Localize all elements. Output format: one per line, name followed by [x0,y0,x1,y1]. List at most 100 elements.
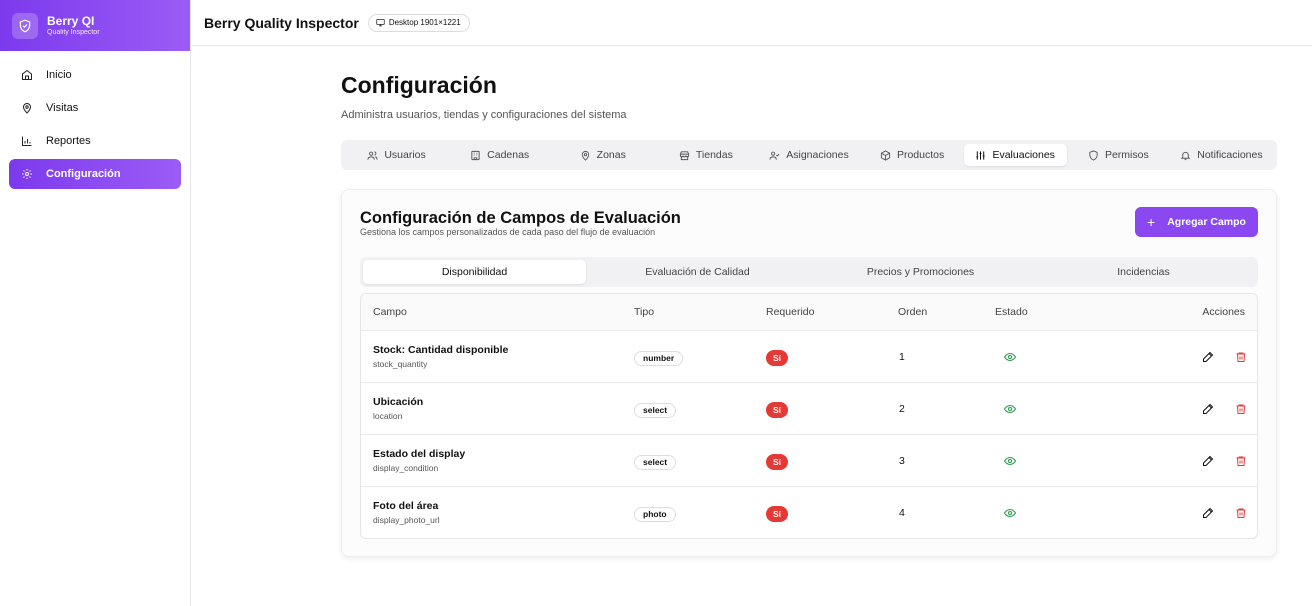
sidebar: Berry QI Quality Inspector Inicio Visita… [0,0,191,606]
required-badge: Sí [766,453,789,470]
column-header-requerido: Requerido [766,306,815,318]
required-badge: Sí [766,401,789,418]
tab-label: Notificaciones [1197,149,1263,161]
users-icon [367,150,378,161]
sidebar-item-label: Inicio [46,69,72,81]
table-header: Campo Tipo Requerido Orden Estado Accion… [361,294,1257,330]
evaluation-fields-card: Configuración de Campos de Evaluación Ge… [341,189,1277,557]
column-header-estado: Estado [995,306,1028,318]
main-content: Configuración Administra usuarios, tiend… [341,46,1277,557]
table-row: Foto del área display_photo_url photo Sí… [361,486,1257,538]
type-badge: photo [634,506,676,522]
tab-permisos[interactable]: Permisos [1067,144,1170,166]
tab-evaluaciones[interactable]: Evaluaciones [963,144,1067,166]
bar-chart-icon [21,135,33,147]
required-badge: Sí [766,505,789,522]
fields-table: Campo Tipo Requerido Orden Estado Accion… [360,293,1258,539]
add-field-button[interactable]: + Agregar Campo [1135,207,1258,237]
page-title: Configuración [341,72,497,98]
settings-tabs: Usuarios Cadenas Zonas Tiendas Asignacio… [341,140,1277,170]
field-name: Ubicación [373,395,424,408]
field-key: location [373,410,403,421]
tab-label: Permisos [1104,149,1149,161]
add-field-label: Agregar Campo [1167,216,1246,228]
column-header-orden: Orden [898,306,928,318]
sidebar-item-reportes[interactable]: Reportes [9,126,181,156]
bell-icon [1180,150,1191,161]
subtab-precios-promociones[interactable]: Precios y Promociones [809,260,1032,284]
tab-usuarios[interactable]: Usuarios [345,144,448,166]
tab-label: Cadenas [487,149,530,161]
edit-icon[interactable] [1202,351,1214,363]
eye-icon[interactable] [1004,507,1016,519]
tab-zonas[interactable]: Zonas [551,144,654,166]
eye-icon[interactable] [1004,351,1016,363]
table-row: Estado del display display_condition sel… [361,434,1257,486]
trash-icon[interactable] [1235,351,1247,363]
trash-icon[interactable] [1235,455,1247,467]
tab-cadenas[interactable]: Cadenas [448,144,551,166]
tab-asignaciones[interactable]: Asignaciones [757,144,860,166]
store-chain-icon [470,150,481,161]
sidebar-item-label: Configuración [46,168,121,180]
type-badge: select [634,454,677,470]
plus-icon: + [1147,214,1156,230]
trash-icon[interactable] [1235,403,1247,415]
home-icon [21,69,33,81]
monitor-icon [376,19,385,27]
tab-tiendas[interactable]: Tiendas [654,144,757,166]
brand-header: Berry QI Quality Inspector [0,0,190,51]
table-row: Ubicación location select Sí 2 [361,382,1257,434]
step-tabs: Disponibilidad Evaluación de Calidad Pre… [360,257,1258,287]
field-key: display_condition [373,462,439,473]
trash-icon[interactable] [1235,507,1247,519]
tab-productos[interactable]: Productos [861,144,964,166]
order-value: 2 [899,402,905,415]
sidebar-item-inicio[interactable]: Inicio [9,60,181,90]
brand-subtitle: Quality Inspector [47,28,100,36]
card-subtitle: Gestiona los campos personalizados de ca… [360,227,656,237]
tab-label: Productos [896,149,945,161]
column-header-acciones: Acciones [1202,306,1245,318]
column-header-tipo: Tipo [634,306,655,318]
field-key: display_photo_url [373,514,440,525]
sidebar-nav: Inicio Visitas Reportes Configuración [0,51,190,201]
type-badge: select [634,402,677,418]
sidebar-item-configuracion[interactable]: Configuración [9,159,181,189]
map-pin-icon [21,102,33,114]
edit-icon[interactable] [1202,403,1214,415]
field-name: Stock: Cantidad disponible [373,343,509,356]
store-icon [679,150,690,161]
order-value: 4 [899,506,905,519]
tab-label: Usuarios [384,149,426,161]
shield-icon [12,12,38,39]
field-key: stock_quantity [373,358,428,369]
tab-label: Zonas [596,149,626,161]
box-icon [880,149,891,161]
top-bar: Berry Quality Inspector Desktop 1901×122… [192,0,1312,46]
map-pin-icon [580,150,591,161]
sidebar-item-visitas[interactable]: Visitas [9,93,181,123]
subtab-disponibilidad[interactable]: Disponibilidad [363,260,586,284]
eye-icon[interactable] [1004,455,1016,467]
gear-icon [21,168,33,180]
tab-notificaciones[interactable]: Notificaciones [1170,144,1273,166]
field-name: Foto del área [373,499,439,512]
eye-icon[interactable] [1004,403,1016,415]
shield-icon [1088,149,1099,161]
field-name: Estado del display [373,447,466,460]
order-value: 1 [899,350,905,363]
subtab-evaluacion-calidad[interactable]: Evaluación de Calidad [586,260,809,284]
sidebar-item-label: Visitas [46,102,79,114]
sliders-icon [975,150,986,161]
page-subtitle: Administra usuarios, tiendas y configura… [341,109,627,121]
column-header-campo: Campo [373,306,407,318]
edit-icon[interactable] [1202,507,1214,519]
edit-icon[interactable] [1202,455,1214,467]
sidebar-item-label: Reportes [46,135,91,147]
viewport-label: Desktop 1901×1221 [388,18,461,27]
table-row: Stock: Cantidad disponible stock_quantit… [361,330,1257,382]
tab-label: Tiendas [695,149,733,161]
viewport-badge: Desktop 1901×1221 [367,13,470,32]
subtab-incidencias[interactable]: Incidencias [1032,260,1255,284]
